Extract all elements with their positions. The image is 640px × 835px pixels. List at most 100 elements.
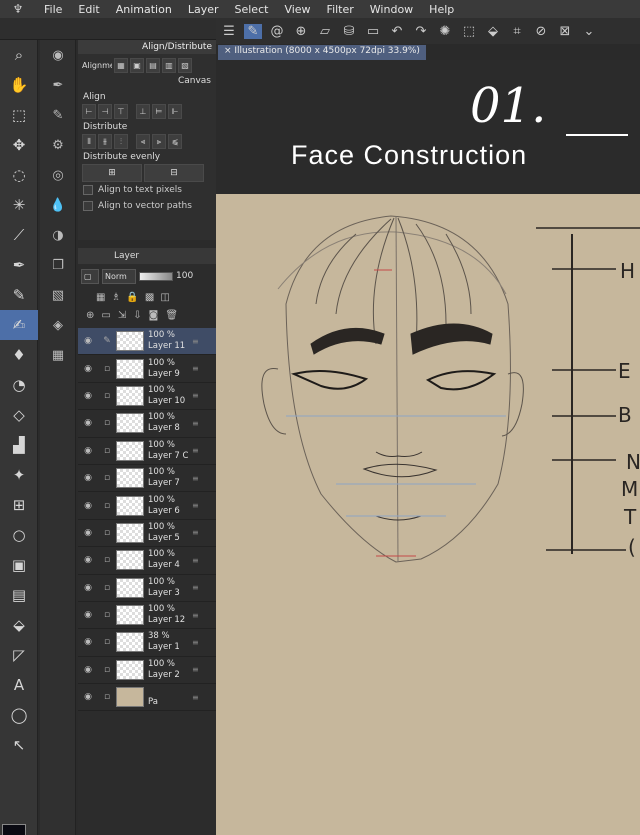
subtool-pen-icon[interactable]: ✒ (40, 70, 76, 100)
layer-lock-slot[interactable]: ▫ (98, 528, 116, 538)
paper-canvas[interactable]: H E B N M T ( (216, 194, 640, 835)
align-ruler-icon[interactable]: ▥ (162, 58, 176, 73)
operation-icon[interactable]: ⬚ (0, 100, 38, 130)
menu-window[interactable]: Window (362, 3, 421, 16)
layer-lock-slot[interactable]: ▫ (98, 364, 116, 374)
loading-icon[interactable]: ✺ (436, 24, 454, 39)
align-vector-paths-option[interactable]: Align to vector paths (78, 198, 216, 214)
layer-lock-slot[interactable]: ▫ (98, 665, 116, 675)
layer-menu-icon[interactable]: ≡ (192, 556, 204, 565)
transfer-down-icon[interactable]: ⇲ (118, 310, 126, 326)
layer-lock-slot[interactable]: ▫ (98, 555, 116, 565)
new-raster-layer-icon[interactable]: ⊕ (86, 310, 94, 326)
layer-row[interactable]: ◉ ▫ 100 % Layer 6 ≡ (78, 492, 216, 520)
align-right-icon[interactable]: ⊤ (114, 104, 128, 119)
align-grid-icon[interactable]: ▧ (178, 58, 192, 73)
layer-row[interactable]: ◉ ▫ 100 % Layer 7 C ≡ (78, 438, 216, 465)
layer-menu-icon[interactable]: ≡ (192, 583, 204, 592)
visibility-eye-icon[interactable]: ◉ (78, 637, 98, 647)
airbrush-icon[interactable]: ♦ (0, 340, 38, 370)
layer-row[interactable]: ◉ ▫ 100 % Layer 2 ≡ (78, 657, 216, 685)
align-key-icon[interactable]: ▤ (146, 58, 160, 73)
distribute-evenly-v-button[interactable]: ⊟ (144, 164, 204, 182)
edit-icon[interactable]: ✎ (244, 23, 262, 39)
subtool-timeline-icon[interactable]: ▦ (40, 340, 76, 370)
visibility-eye-icon[interactable]: ◉ (78, 364, 98, 374)
grid-icon[interactable]: ⊞ (0, 490, 38, 520)
layer-menu-icon[interactable]: ≡ (192, 337, 204, 346)
foreground-color[interactable] (2, 824, 26, 835)
distribute-top-icon[interactable]: ⫷ (136, 134, 150, 149)
save-icon[interactable]: ⛁ (340, 24, 358, 39)
zoom-icon[interactable]: ⌕ (0, 40, 38, 70)
blend-icon[interactable]: ◔ (0, 370, 38, 400)
visibility-eye-icon[interactable]: ◉ (78, 473, 98, 483)
lock-icon[interactable]: 🔒 (126, 292, 138, 304)
layer-menu-icon[interactable]: ≡ (192, 474, 204, 483)
visibility-eye-icon[interactable]: ◉ (78, 501, 98, 511)
subtool-layers-b-icon[interactable]: ▧ (40, 280, 76, 310)
snap-icon[interactable]: ⊠ (556, 24, 574, 39)
layer-lock-slot[interactable]: ▫ (98, 501, 116, 511)
align-text-pixels-option[interactable]: Align to text pixels (78, 182, 216, 198)
fill-tool-icon[interactable]: ▟ (0, 430, 38, 460)
subtool-drops-icon[interactable]: 💧 (40, 190, 76, 220)
menu-animation[interactable]: Animation (108, 3, 180, 16)
distribute-bottom-icon[interactable]: ⫹ (168, 134, 182, 149)
ruler-icon[interactable]: ◸ (0, 640, 38, 670)
redo-icon[interactable]: ↷ (412, 24, 430, 39)
move-icon[interactable]: ✥ (0, 130, 38, 160)
layer-lock-slot[interactable]: ▫ (98, 692, 116, 702)
layer-row[interactable]: ◉ ▫ Pa ≡ (78, 684, 216, 712)
gradient-icon[interactable]: ▣ (0, 550, 38, 580)
color-swatches[interactable] (2, 822, 36, 835)
layer-menu-icon[interactable]: ≡ (192, 693, 204, 702)
clip-icon[interactable]: ▦ (96, 292, 105, 304)
pen-icon[interactable]: ✒ (0, 250, 38, 280)
layer-row[interactable]: ◉ ✎ 100 % Layer 11 ≡ (78, 328, 216, 356)
visibility-eye-icon[interactable]: ◉ (78, 446, 98, 456)
new-document-icon[interactable]: ⊕ (292, 24, 310, 39)
menu-edit[interactable]: Edit (70, 3, 107, 16)
layer-row[interactable]: ◉ ▫ 100 % Layer 3 ≡ (78, 575, 216, 602)
align-left-icon[interactable]: ⊢ (82, 104, 96, 119)
mask-toggle-icon[interactable]: ◫ (160, 292, 169, 304)
clear-icon[interactable]: ⬚ (460, 24, 478, 39)
navigator-icon[interactable]: ◉ (40, 40, 76, 70)
align-bottom-icon[interactable]: ⊩ (168, 104, 182, 119)
layer-menu-icon[interactable]: ≡ (192, 638, 204, 647)
layer-menu-icon[interactable]: ≡ (192, 391, 204, 400)
align-hcenter-icon[interactable]: ⊣ (98, 104, 112, 119)
subtool-circle-icon[interactable]: ◎ (40, 160, 76, 190)
layer-row[interactable]: ◉ ▫ 100 % Layer 4 ≡ (78, 547, 216, 575)
layer-menu-icon[interactable]: ≡ (192, 446, 204, 455)
checkbox[interactable] (83, 185, 93, 195)
balloon-icon[interactable]: ◯ (0, 700, 38, 730)
align-canvas-icon[interactable]: ▣ (130, 58, 144, 73)
bucket-icon[interactable]: ⬙ (0, 610, 38, 640)
visibility-eye-icon[interactable]: ◉ (78, 665, 98, 675)
checkbox[interactable] (83, 201, 93, 211)
visibility-eye-icon[interactable]: ◉ (78, 555, 98, 565)
blend-mode-dropdown[interactable]: Norm (102, 268, 136, 284)
open-folder-icon[interactable]: ▱ (316, 24, 334, 39)
subtool-gear-icon[interactable]: ⚙ (40, 130, 76, 160)
lock-transparency-icon[interactable]: ▩ (145, 292, 154, 304)
subtool-drop-icon[interactable]: ◑ (40, 220, 76, 250)
undo-icon[interactable]: ↶ (388, 24, 406, 39)
hide-selection-icon[interactable]: ⊘ (532, 24, 550, 39)
sparkle-icon[interactable]: ✦ (0, 460, 38, 490)
layer-row[interactable]: ◉ ▫ 100 % Layer 12 ≡ (78, 602, 216, 630)
layer-row[interactable]: ◉ ▫ 100 % Layer 5 ≡ (78, 520, 216, 548)
layer-lock-slot[interactable]: ▫ (98, 418, 116, 428)
opacity-slider[interactable] (139, 271, 173, 281)
subtool-layers-a-icon[interactable]: ❐ (40, 250, 76, 280)
spiral-icon[interactable]: @ (268, 24, 286, 39)
distribute-right-icon[interactable]: ⫶ (114, 134, 128, 149)
opacity-value[interactable]: 100 (176, 271, 193, 281)
distribute-hcenter-icon[interactable]: ⫵ (98, 134, 112, 149)
text-icon[interactable]: A (0, 670, 38, 700)
subtool-brush-icon[interactable]: ✎ (40, 100, 76, 130)
visibility-eye-icon[interactable]: ◉ (78, 610, 98, 620)
more-chevron-icon[interactable]: ⌄ (580, 24, 598, 39)
